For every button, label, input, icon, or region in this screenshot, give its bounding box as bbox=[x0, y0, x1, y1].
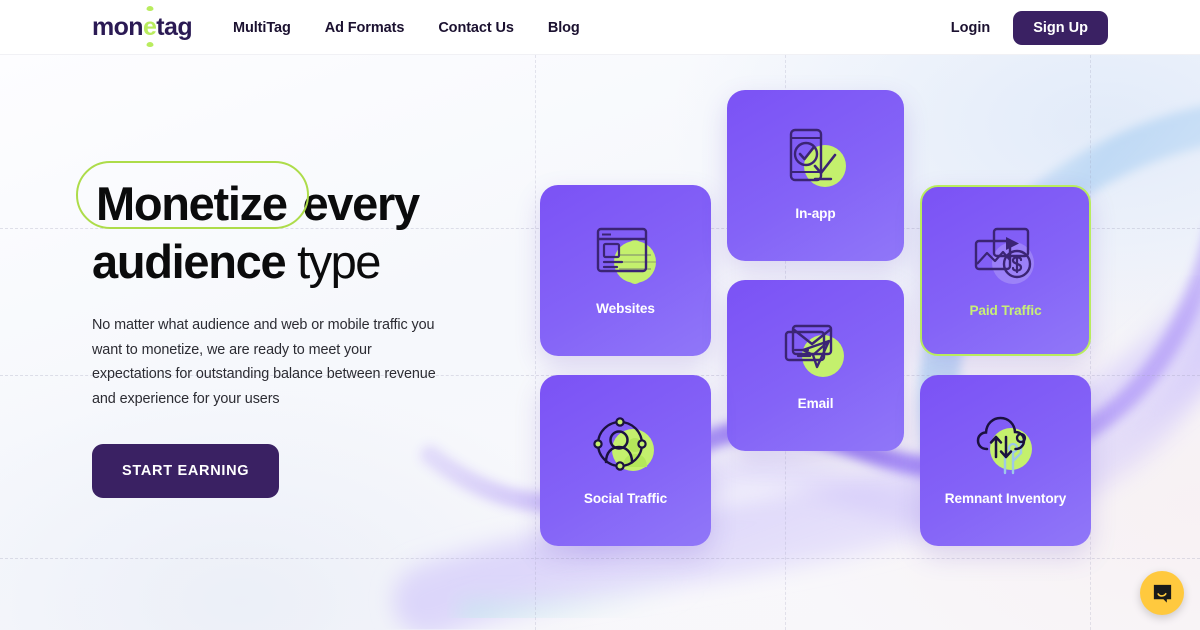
logo-text-e: e bbox=[142, 13, 157, 41]
nav-item-blog[interactable]: Blog bbox=[548, 20, 580, 36]
headline-highlight-monetize: Monetize bbox=[76, 161, 309, 233]
card-label: Remnant Inventory bbox=[944, 491, 1067, 506]
site-header: mon e tag MultiTag Ad Formats Contact Us… bbox=[0, 0, 1200, 55]
headline-word-type: type bbox=[297, 235, 381, 288]
card-label: Paid Traffic bbox=[969, 303, 1042, 318]
nav-item-ad-formats[interactable]: Ad Formats bbox=[325, 20, 405, 36]
card-websites[interactable]: Websites bbox=[540, 185, 711, 356]
logo-text-mon: mon bbox=[92, 13, 144, 41]
chat-bubble-icon bbox=[1153, 584, 1171, 603]
chat-launcher-button[interactable] bbox=[1140, 571, 1184, 615]
headline-word-audience: audience bbox=[92, 235, 287, 288]
monetag-logo[interactable]: mon e tag bbox=[92, 6, 193, 47]
header-actions: Login Sign Up bbox=[951, 0, 1108, 55]
card-remnant-inventory[interactable]: Remnant Inventory bbox=[920, 375, 1091, 546]
hero-copy: Monetize every audience type No matter w… bbox=[76, 161, 522, 498]
card-paid-traffic[interactable]: Paid Traffic bbox=[920, 185, 1091, 356]
envelope-send-icon bbox=[779, 312, 853, 386]
logo-letter-e: e bbox=[142, 6, 157, 47]
card-social-traffic[interactable]: Social Traffic bbox=[540, 375, 711, 546]
card-label: In-app bbox=[795, 206, 836, 221]
main-navigation: MultiTag Ad Formats Contact Us Blog bbox=[233, 0, 580, 55]
sign-up-button[interactable]: Sign Up bbox=[1013, 10, 1108, 45]
video-dollar-icon bbox=[969, 219, 1043, 293]
card-label: Websites bbox=[596, 301, 655, 316]
logo-text-tag: tag bbox=[156, 13, 192, 41]
nav-item-multitag[interactable]: MultiTag bbox=[233, 20, 291, 36]
browser-globe-icon bbox=[589, 217, 663, 291]
card-email[interactable]: Email bbox=[727, 280, 904, 451]
leaf-bottom-icon bbox=[146, 42, 154, 47]
phone-check-icon bbox=[779, 122, 853, 196]
cloud-transfer-icon bbox=[969, 407, 1043, 481]
page-root: mon e tag MultiTag Ad Formats Contact Us… bbox=[0, 0, 1200, 630]
grid-line-v-1 bbox=[535, 55, 536, 630]
hero-paragraph: No matter what audience and web or mobil… bbox=[92, 317, 436, 407]
card-label: Social Traffic bbox=[583, 491, 668, 506]
card-label: Email bbox=[797, 396, 834, 411]
start-earning-button[interactable]: START EARNING bbox=[92, 444, 280, 498]
login-link[interactable]: Login bbox=[951, 20, 990, 36]
social-network-icon bbox=[589, 407, 663, 481]
card-in-app[interactable]: In-app bbox=[727, 90, 904, 261]
nav-item-contact-us[interactable]: Contact Us bbox=[438, 20, 514, 36]
headline-word-every: every bbox=[302, 177, 420, 230]
leaf-top-icon bbox=[146, 6, 154, 11]
page-title: Monetize every audience type bbox=[76, 161, 522, 291]
grid-line-h-3 bbox=[0, 558, 1200, 559]
